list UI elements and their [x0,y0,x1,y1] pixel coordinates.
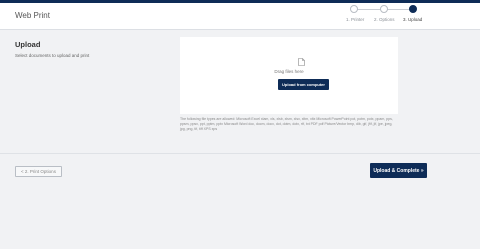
file-dropzone[interactable]: Drag files here Upload from computer [180,37,398,114]
upload-from-computer-button[interactable]: Upload from computer [278,79,329,90]
section-description: Select documents to upload and print [15,53,90,58]
document-icon [298,58,305,66]
stepper-connector [356,9,382,10]
step-2-label[interactable]: 2. Options [374,17,395,22]
header-bar: Web Print 1. Printer 2. Options 3. Uploa… [0,3,480,30]
drag-files-text: Drag files here [274,69,304,74]
allowed-file-types-note: The following file types are allowed: Mi… [180,117,393,131]
step-1-dot [350,5,358,13]
upload-and-complete-button[interactable]: Upload & Complete » [370,163,427,178]
back-to-print-options-button[interactable]: < 2. Print Options [15,166,62,177]
section-title: Upload [15,40,41,49]
step-1-label[interactable]: 1. Printer [346,17,364,22]
step-3-dot [409,5,417,13]
footer-divider [0,153,480,154]
step-2-dot [380,5,388,13]
progress-stepper: 1. Printer 2. Options 3. Upload [0,3,480,29]
step-3-label: 3. Upload [403,17,423,22]
